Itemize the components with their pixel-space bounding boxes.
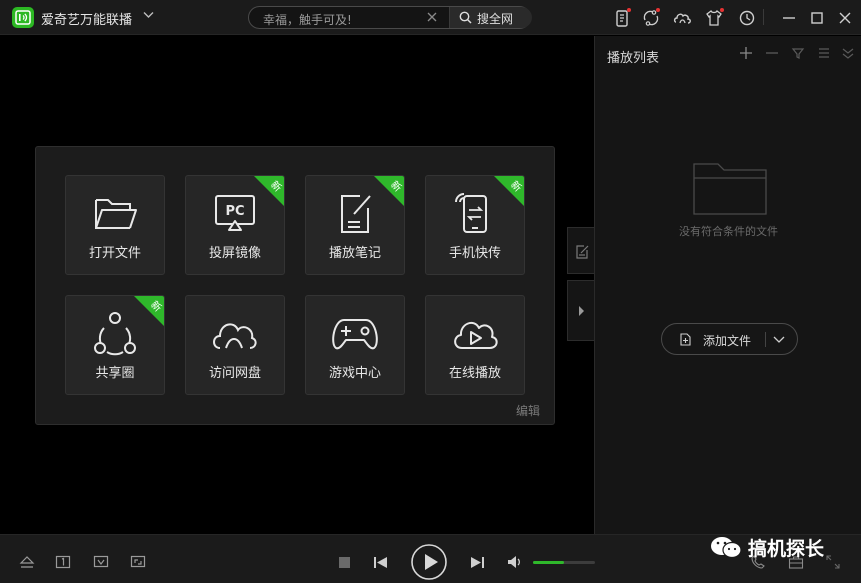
stop-icon[interactable] bbox=[338, 556, 351, 569]
tile-label: 打开文件 bbox=[88, 246, 141, 261]
notify-dot bbox=[656, 8, 660, 12]
eject-icon[interactable] bbox=[19, 555, 35, 569]
search-all-button[interactable]: 搜全网 bbox=[449, 7, 532, 28]
cloud-icon[interactable] bbox=[673, 8, 693, 28]
tile-label: 访问网盘 bbox=[208, 366, 261, 381]
screen-cast-icon[interactable] bbox=[93, 555, 109, 569]
empty-folder-icon bbox=[693, 163, 767, 215]
list-menu-icon[interactable] bbox=[817, 46, 831, 60]
history-clock-icon[interactable] bbox=[737, 8, 757, 28]
new-badge: 新 bbox=[374, 176, 404, 206]
notes-toggle-button[interactable] bbox=[567, 227, 594, 274]
chevron-down-icon[interactable] bbox=[143, 11, 154, 19]
screenshot-icon[interactable] bbox=[130, 555, 146, 569]
single-loop-icon[interactable] bbox=[55, 555, 71, 569]
tile-screen-mirror[interactable]: PC 新 投屏镜像 bbox=[185, 175, 285, 275]
new-badge: 新 bbox=[134, 296, 164, 326]
notify-dot bbox=[720, 8, 724, 12]
search-icon bbox=[459, 11, 472, 24]
notify-dot bbox=[627, 8, 631, 12]
empty-playlist-text: 没有符合条件的文件 bbox=[679, 225, 778, 238]
tile-label: 在线播放 bbox=[448, 366, 501, 381]
tile-game-center[interactable]: 游戏中心 bbox=[305, 295, 405, 395]
maximize-icon[interactable] bbox=[807, 8, 827, 28]
add-file-icon bbox=[680, 333, 691, 346]
add-file-button[interactable]: 添加文件 bbox=[661, 323, 798, 355]
chevron-down-icon[interactable] bbox=[773, 335, 785, 344]
divider bbox=[765, 332, 766, 347]
search-box: 幸福，触手可及! 搜全网 bbox=[248, 6, 532, 29]
watermark-text: 搞机探长 bbox=[748, 538, 825, 560]
double-chevron-down-icon[interactable] bbox=[841, 46, 855, 60]
filter-icon[interactable] bbox=[791, 46, 805, 60]
tile-play-notes[interactable]: 新 播放笔记 bbox=[305, 175, 405, 275]
quick-launch-panel: 打开文件 PC 新 投屏镜像 新 播放笔记 新 手机快传 新 共享圈 访问网盘 … bbox=[35, 146, 555, 425]
tile-label: 游戏中心 bbox=[328, 366, 381, 381]
close-icon[interactable] bbox=[835, 8, 855, 28]
play-button[interactable] bbox=[410, 543, 448, 581]
volume-slider[interactable] bbox=[533, 561, 595, 564]
playlist-title: 播放列表 bbox=[607, 51, 660, 66]
tile-open-file[interactable]: 打开文件 bbox=[65, 175, 165, 275]
remove-icon[interactable] bbox=[765, 46, 779, 60]
chevron-right-icon bbox=[579, 306, 584, 316]
search-all-label: 搜全网 bbox=[477, 12, 514, 26]
add-file-label: 添加文件 bbox=[703, 334, 752, 348]
title-bar: 爱奇艺万能联播 幸福，触手可及! 搜全网 bbox=[0, 0, 861, 35]
playlist-collapse-button[interactable] bbox=[567, 280, 594, 341]
playlist-panel: 播放列表 没有符合条件的文件 添加文件 bbox=[594, 36, 861, 534]
new-badge: 新 bbox=[494, 176, 524, 206]
playback-control-bar bbox=[0, 534, 861, 583]
note-icon bbox=[576, 245, 589, 259]
tile-label: 投屏镜像 bbox=[208, 246, 261, 261]
svg-text:PC: PC bbox=[225, 204, 244, 219]
divider bbox=[763, 9, 764, 25]
tile-online-play[interactable]: 在线播放 bbox=[425, 295, 525, 395]
tile-label: 播放笔记 bbox=[328, 246, 381, 261]
tile-phone-transfer[interactable]: 新 手机快传 bbox=[425, 175, 525, 275]
fullscreen-icon[interactable] bbox=[826, 555, 840, 569]
tile-label: 手机快传 bbox=[448, 246, 501, 261]
edit-link[interactable]: 编辑 bbox=[516, 402, 540, 419]
volume-level bbox=[533, 561, 564, 564]
previous-icon[interactable] bbox=[373, 556, 388, 569]
volume-icon[interactable] bbox=[507, 555, 523, 569]
app-logo-icon[interactable] bbox=[12, 7, 34, 28]
clear-icon[interactable] bbox=[426, 11, 438, 23]
app-title[interactable]: 爱奇艺万能联播 bbox=[41, 9, 132, 28]
minimize-icon[interactable] bbox=[779, 8, 799, 28]
add-icon[interactable] bbox=[739, 46, 753, 60]
wechat-icon bbox=[711, 537, 742, 559]
next-icon[interactable] bbox=[470, 556, 485, 569]
tile-label: 共享圈 bbox=[95, 366, 135, 381]
new-badge: 新 bbox=[254, 176, 284, 206]
tile-cloud-disk[interactable]: 访问网盘 bbox=[185, 295, 285, 395]
tile-share-circle[interactable]: 新 共享圈 bbox=[65, 295, 165, 395]
search-input[interactable]: 幸福，触手可及! bbox=[263, 11, 352, 28]
